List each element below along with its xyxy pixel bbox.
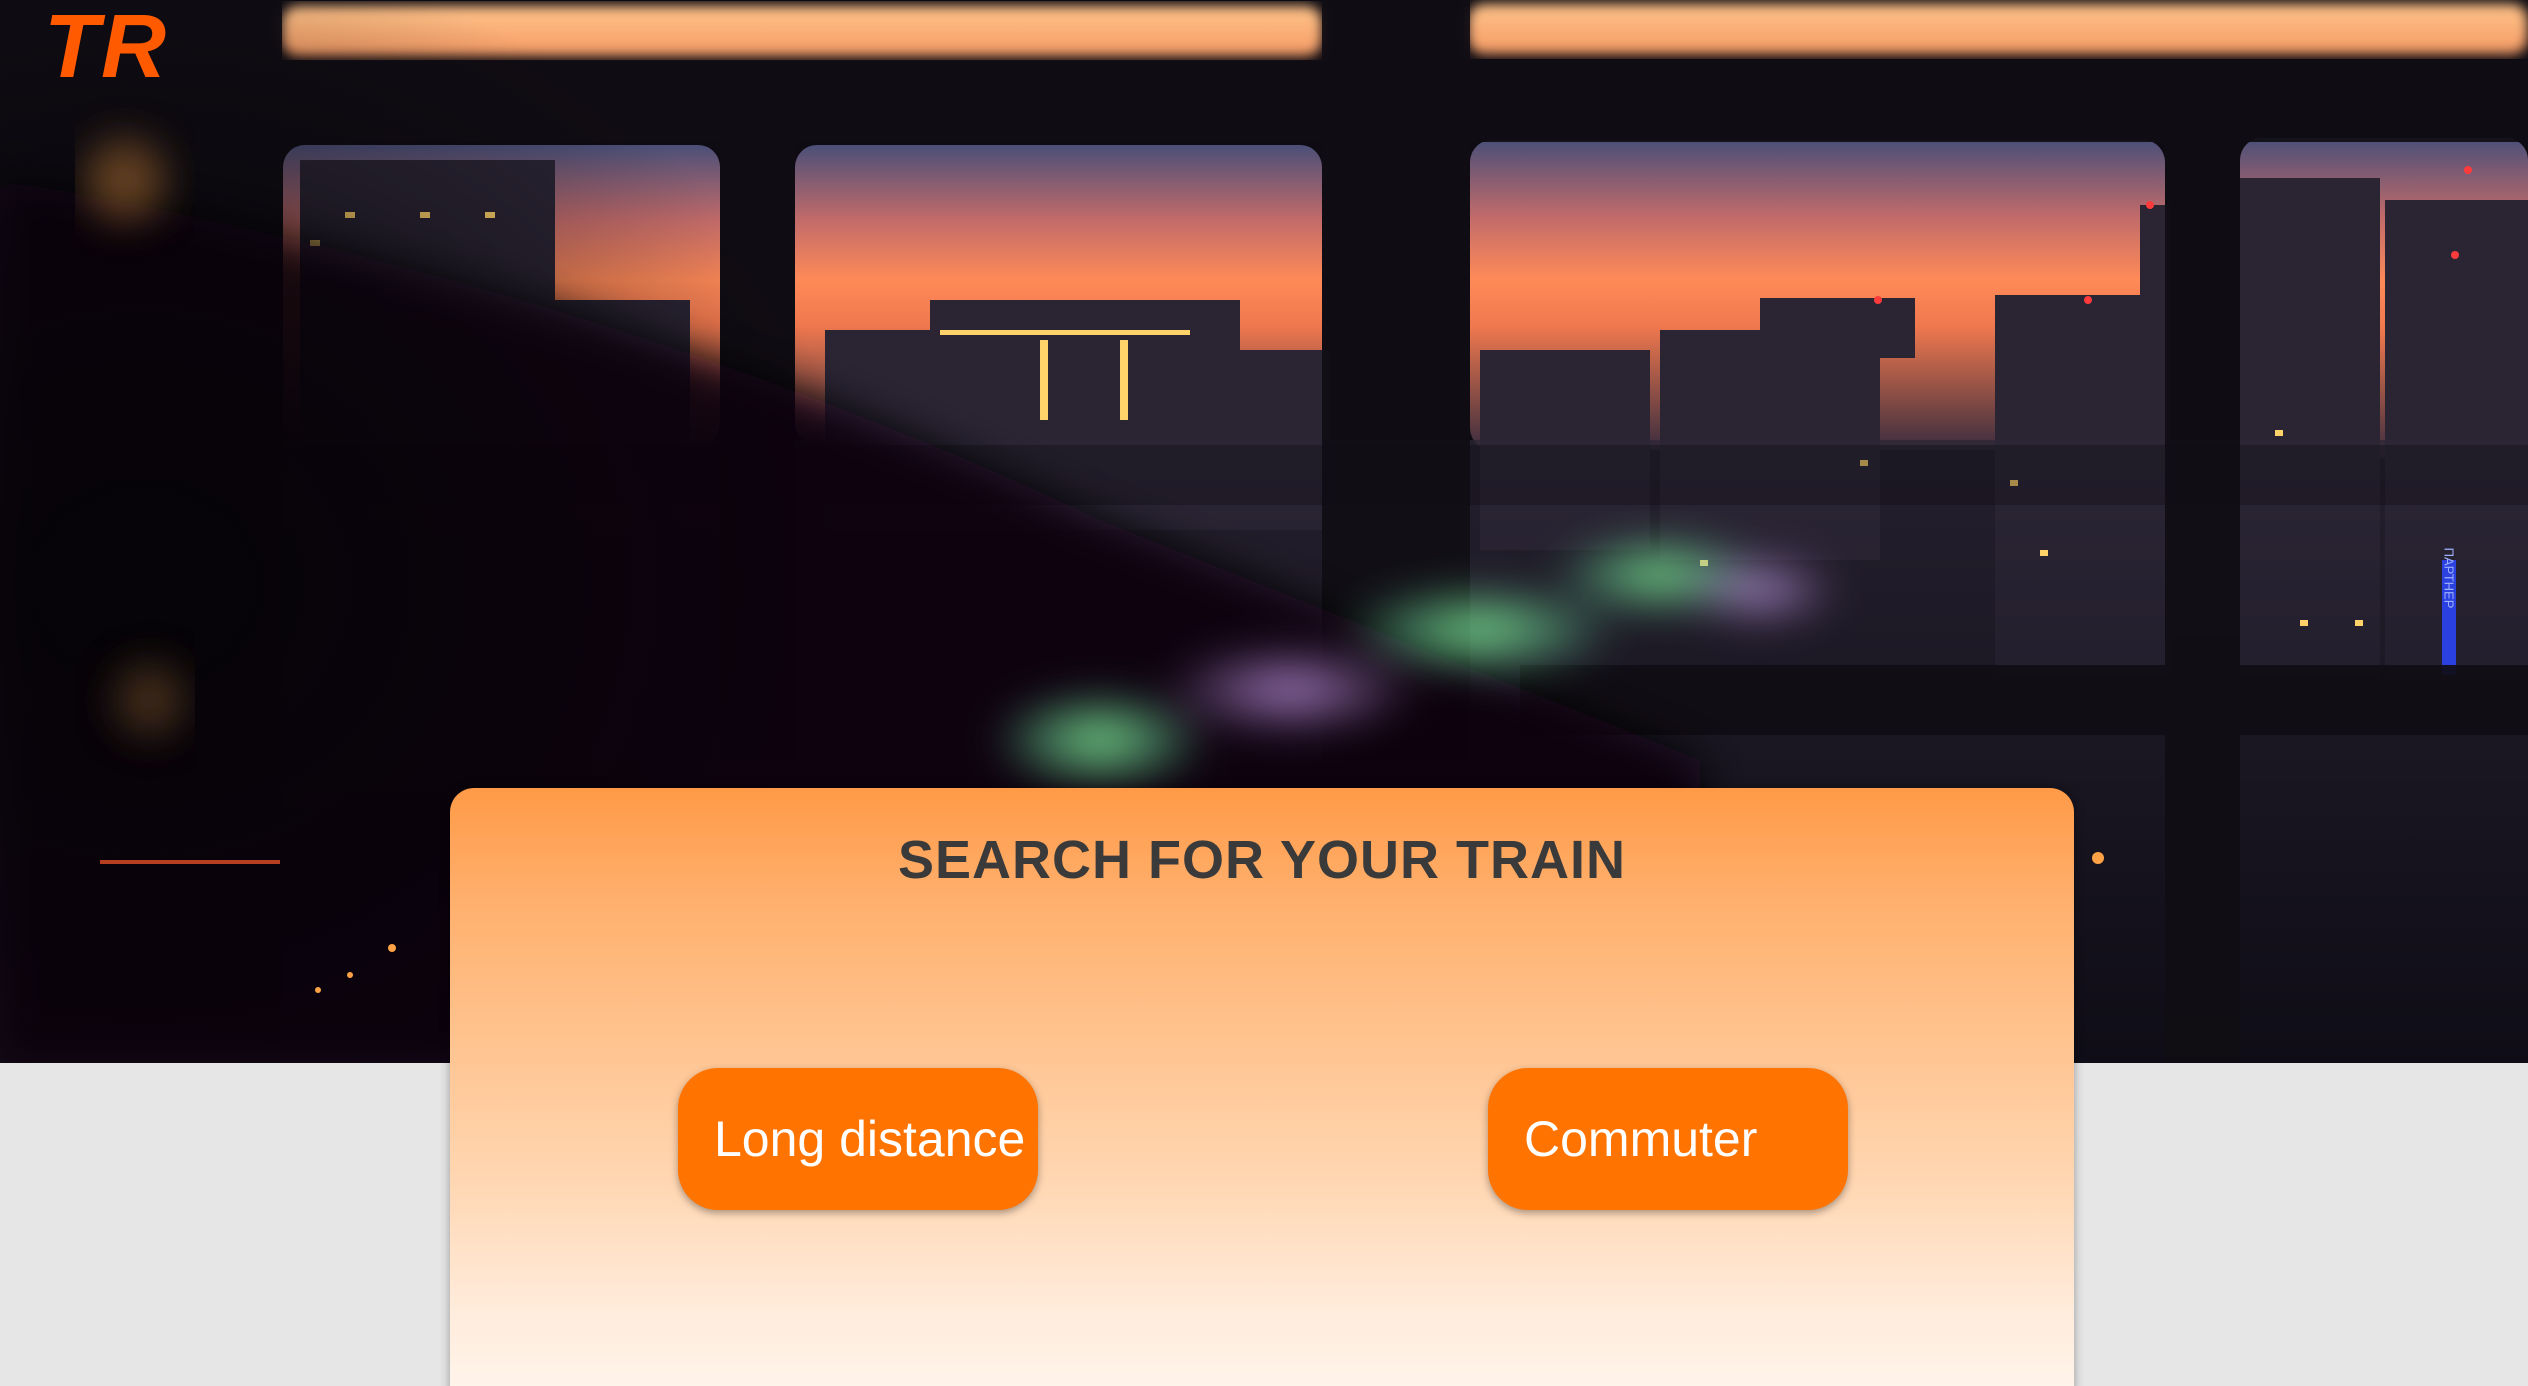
commuter-button[interactable]: Commuter bbox=[1488, 1068, 1848, 1210]
page: ПАРТНЕР TR SEARCH FOR YOUR TRAIN Long di… bbox=[0, 0, 2528, 1386]
search-title: SEARCH FOR YOUR TRAIN bbox=[897, 830, 1627, 890]
site-logo[interactable]: TR bbox=[44, 2, 168, 92]
train-search-panel: SEARCH FOR YOUR TRAIN Long distance Comm… bbox=[450, 788, 2074, 1386]
long-distance-button[interactable]: Long distance bbox=[678, 1068, 1038, 1210]
neon-sign-text: ПАРТНЕР bbox=[2442, 548, 2457, 609]
